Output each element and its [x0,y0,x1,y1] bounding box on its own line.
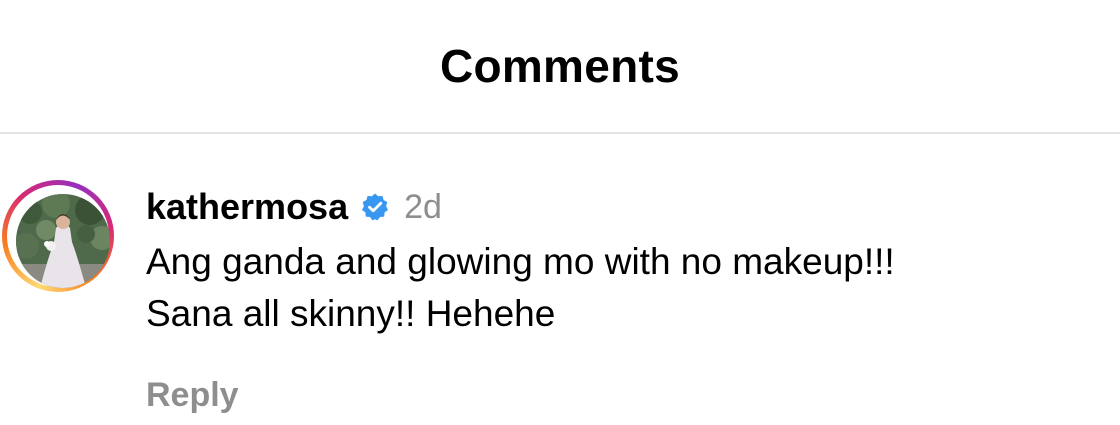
comment-meta: kathermosa 2d [146,184,442,230]
comment-item: kathermosa 2d Ang ganda and glowing mo w… [0,136,1120,425]
page-title: Comments [439,40,681,92]
story-ring[interactable] [2,180,114,292]
comment-text: Ang ganda and glowing mo with no makeup!… [146,241,895,334]
reply-button[interactable]: Reply [146,372,239,418]
avatar[interactable] [16,194,110,288]
username-link[interactable]: kathermosa [146,184,348,230]
verified-badge-icon [360,192,390,222]
avatar-image [16,194,110,288]
comment-timestamp: 2d [404,188,442,226]
comments-header: Comments [0,0,1120,134]
